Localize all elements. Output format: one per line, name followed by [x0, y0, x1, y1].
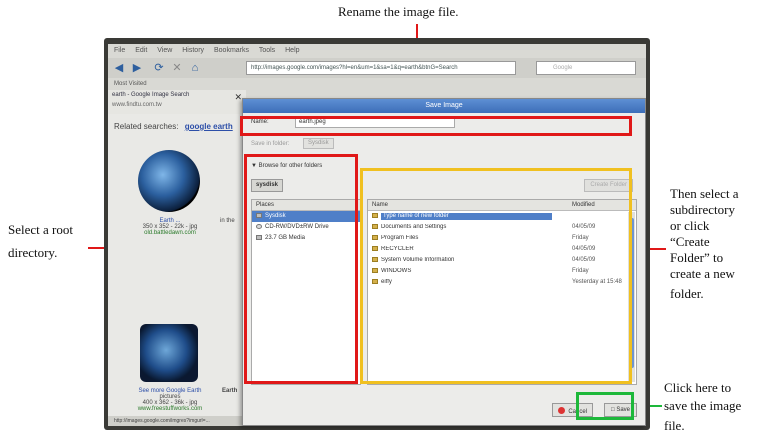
subdirectory-callout: Then select a subdirectory or click “Cre… [670, 186, 739, 302]
tab-subtitle: www.findtu.com.tw [112, 102, 162, 108]
most-visited-link[interactable]: Most Visited [114, 81, 147, 87]
menu-file[interactable]: File [114, 47, 125, 54]
dialog-title: Save Image [243, 99, 645, 113]
stop-icon[interactable]: ✕ [170, 61, 184, 75]
save-callout: Click here to save the image file. [664, 380, 741, 434]
side-text-b: Earth [222, 388, 238, 394]
save-in-folder-button[interactable]: Sysdisk [303, 138, 334, 149]
sub-line-5: Folder” to [670, 250, 724, 265]
bookmarks-toolbar: Most Visited [108, 78, 646, 90]
earth-thumbnail-1[interactable] [138, 150, 200, 212]
thumb1-caption: Earth ... 350 x 352 - 22k - jpg old.batt… [120, 218, 220, 236]
tab-close-icon[interactable]: ✕ [234, 92, 242, 103]
sub-line-4: “Create [670, 234, 710, 249]
filename-highlight-box [240, 116, 632, 136]
tab-title: earth - Google Image Search [112, 92, 190, 98]
related-link[interactable]: google earth [185, 122, 233, 131]
thumb2-source: www.freestuffworks.com [137, 406, 203, 412]
save-line-3: file. [664, 418, 685, 433]
url-bar[interactable]: http://images.google.com/images?hl=en&um… [246, 61, 516, 75]
root-callout-line1: Select a root [8, 222, 73, 237]
menu-bar: File Edit View History Bookmarks Tools H… [108, 44, 646, 58]
sub-line-6: create a new [670, 266, 735, 281]
sub-line-2: subdirectory [670, 202, 735, 217]
menu-help[interactable]: Help [285, 47, 299, 54]
browser-tab[interactable]: earth - Google Image Search www.findtu.c… [108, 90, 246, 114]
navigation-toolbar: ◀ ▶ ⟳ ✕ ⌂ http://images.google.com/image… [108, 58, 646, 78]
menu-view[interactable]: View [157, 47, 172, 54]
save-button-highlight-box [576, 392, 634, 420]
rename-callout: Rename the image file. [338, 4, 459, 19]
menu-history[interactable]: History [182, 47, 204, 54]
root-callout-line2: directory. [8, 245, 58, 260]
save-line-2: save the image [664, 398, 742, 413]
places-highlight-box [244, 154, 358, 384]
menu-edit[interactable]: Edit [135, 47, 147, 54]
related-label: Related searches: [114, 122, 179, 131]
thumb1-source: old.battledawn.com [144, 230, 196, 236]
reload-icon[interactable]: ⟳ [152, 61, 166, 75]
home-icon[interactable]: ⌂ [188, 61, 202, 75]
menu-bookmarks[interactable]: Bookmarks [214, 47, 249, 54]
forward-arrow-icon[interactable]: ▶ [130, 61, 144, 75]
save-line-1: Click here to [664, 380, 732, 395]
folders-highlight-box [360, 168, 632, 384]
menu-tools[interactable]: Tools [259, 47, 275, 54]
side-text-a: in the [220, 218, 235, 224]
cancel-icon [558, 407, 566, 414]
sub-line-1: Then select a [670, 186, 739, 201]
related-searches: Related searches: google earth [114, 122, 233, 131]
save-in-label: Save in folder: [251, 141, 290, 147]
root-callout: Select a root directory. [8, 222, 73, 261]
sub-line-7: folder. [670, 286, 704, 301]
back-arrow-icon[interactable]: ◀ [112, 61, 126, 75]
earth-thumbnail-2[interactable] [140, 324, 198, 382]
sub-line-3: or click [670, 218, 710, 233]
search-box[interactable]: Google [536, 61, 636, 75]
thumb2-caption: See more Google Earth pictures 400 x 362… [120, 388, 220, 412]
